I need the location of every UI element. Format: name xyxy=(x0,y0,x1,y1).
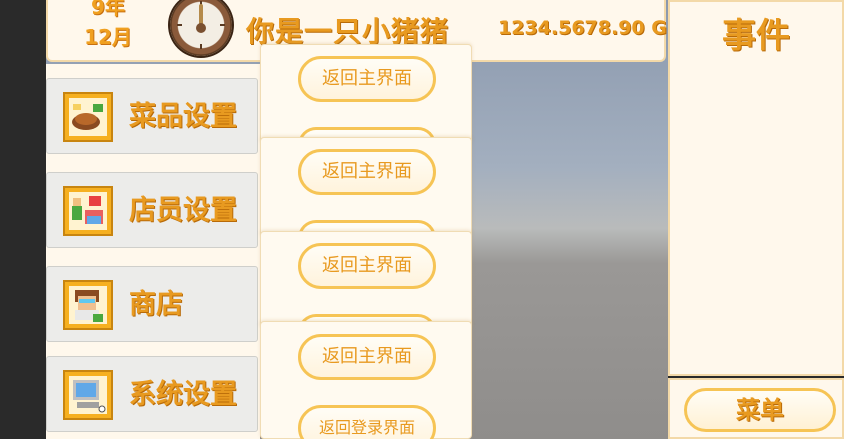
popup-card: 返回主界面 xyxy=(260,137,472,238)
game-screen: 9年 12月 你是一只小猪猪 1234.5678.90 G 事件 菜单 菜品设置… xyxy=(0,0,844,439)
popup-card: 返回主界面 xyxy=(260,231,472,332)
menu-item-label: 店员设置 xyxy=(129,195,237,226)
menu-item-label: 系统设置 xyxy=(129,379,237,410)
date-month: 12月 xyxy=(84,25,132,49)
menu-item-shop[interactable]: 商店 xyxy=(46,266,258,342)
menu-item-system-settings[interactable]: 系统设置 xyxy=(46,356,258,432)
event-panel-title: 事件 xyxy=(722,16,790,56)
return-main-button[interactable]: 返回主界面 xyxy=(298,334,436,380)
popup-card: 返回主界面 返回登录界面 xyxy=(260,321,472,439)
return-login-button[interactable]: 返回登录界面 xyxy=(298,405,436,439)
event-panel: 事件 xyxy=(668,0,844,376)
clock-icon xyxy=(170,0,232,56)
popup-card: 返回主界面 xyxy=(260,44,472,145)
menu-item-staff-settings[interactable]: 店员设置 xyxy=(46,172,258,248)
return-main-button[interactable]: 返回主界面 xyxy=(298,56,436,102)
menu-item-dish-settings[interactable]: 菜品设置 xyxy=(46,78,258,154)
return-main-button[interactable]: 返回主界面 xyxy=(298,243,436,289)
shop-icon xyxy=(63,280,113,330)
left-menu: 菜品设置 店员设置 商店 系统设置 xyxy=(46,64,260,439)
return-main-button[interactable]: 返回主界面 xyxy=(298,149,436,195)
menu-item-label: 商店 xyxy=(129,289,183,320)
game-date: 9年 12月 xyxy=(78,0,138,52)
menu-panel: 菜单 xyxy=(668,378,844,439)
menu-item-label: 菜品设置 xyxy=(129,101,237,132)
menu-button[interactable]: 菜单 xyxy=(684,388,836,432)
staff-icon xyxy=(63,186,113,236)
computer-icon xyxy=(63,370,113,420)
money-amount: 1234.5678.90 G xyxy=(498,17,667,39)
date-year: 9年 xyxy=(91,0,125,19)
dish-icon xyxy=(63,92,113,142)
